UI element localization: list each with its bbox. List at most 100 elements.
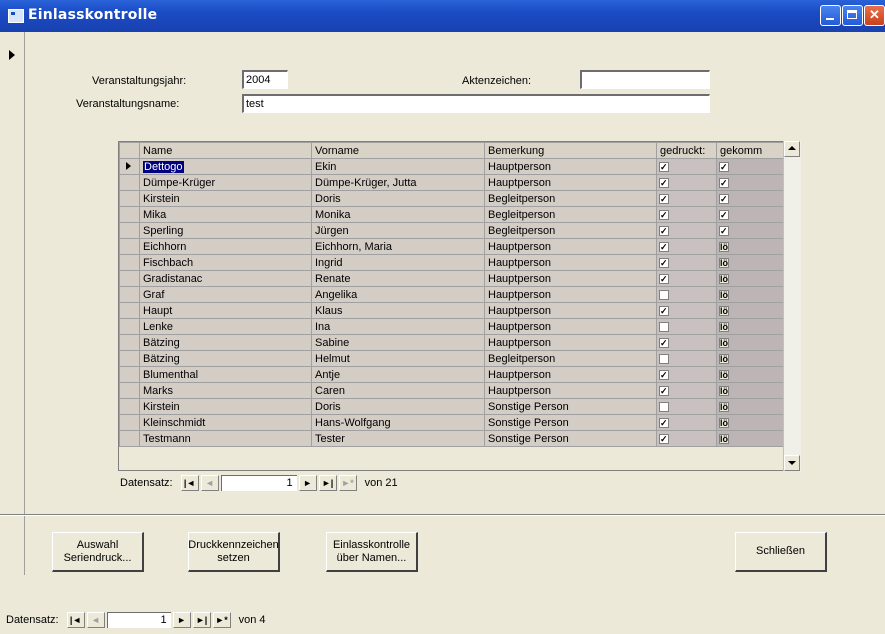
table-row[interactable]: Testmann TesterSonstige Person lö (119, 430, 785, 447)
cell-bemerkung[interactable]: Sonstige Person (484, 414, 657, 431)
close-form-button[interactable]: Schließen (735, 532, 827, 572)
cell-bemerkung[interactable]: Sonstige Person (484, 430, 657, 447)
auswahl-seriendruck-button[interactable]: Auswahl Seriendruck... (52, 532, 144, 572)
scroll-down-button[interactable] (784, 455, 800, 471)
gedruckt-checkbox[interactable] (659, 257, 669, 268)
cell-name[interactable]: Gradistanac (139, 270, 312, 287)
cell-gekommen[interactable]: lö (716, 350, 785, 367)
gekommen-checkbox[interactable] (719, 209, 729, 220)
cell-gedruckt[interactable] (656, 334, 717, 351)
cell-gekommen[interactable]: lö (716, 382, 785, 399)
column-header-gekommen[interactable]: gekomm (716, 142, 785, 159)
cell-gedruckt[interactable] (656, 174, 717, 191)
row-selector[interactable] (119, 270, 140, 287)
cell-gekommen[interactable] (716, 158, 785, 175)
cell-vorname[interactable]: Sabine (311, 334, 485, 351)
cell-gedruckt[interactable] (656, 190, 717, 207)
cell-bemerkung[interactable]: Hauptperson (484, 254, 657, 271)
row-selector[interactable] (119, 318, 140, 335)
cell-gedruckt[interactable] (656, 206, 717, 223)
cell-gekommen[interactable] (716, 206, 785, 223)
gekommen-checkbox[interactable]: lö (719, 433, 729, 444)
cell-vorname[interactable]: Tester (311, 430, 485, 447)
row-selector[interactable] (119, 206, 140, 223)
cell-vorname[interactable]: Ingrid (311, 254, 485, 271)
cell-gekommen[interactable] (716, 174, 785, 191)
gedruckt-checkbox[interactable] (659, 289, 669, 300)
row-selector[interactable] (119, 174, 140, 191)
druckkennzeichen-setzen-button[interactable]: Druckkennzeichen setzen (188, 532, 280, 572)
table-row[interactable]: Blumenthal AntjeHauptperson lö (119, 366, 785, 383)
cell-gedruckt[interactable] (656, 238, 717, 255)
gekommen-checkbox[interactable]: lö (719, 401, 729, 412)
column-header-gedruckt[interactable]: gedruckt: (656, 142, 717, 159)
cell-name[interactable]: Bätzing (139, 334, 312, 351)
cell-bemerkung[interactable]: Hauptperson (484, 334, 657, 351)
grid-scrollbar[interactable] (783, 141, 801, 471)
cell-name[interactable]: Blumenthal (139, 366, 312, 383)
row-selector[interactable] (119, 190, 140, 207)
year-input[interactable]: 2004 (242, 70, 288, 89)
table-row[interactable]: Mika Monika Begleitperson (119, 206, 785, 223)
cell-vorname[interactable]: Eichhorn, Maria (311, 238, 485, 255)
cell-gekommen[interactable]: lö (716, 430, 785, 447)
gedruckt-checkbox[interactable] (659, 401, 669, 412)
cell-gedruckt[interactable] (656, 414, 717, 431)
cell-gekommen[interactable]: lö (716, 318, 785, 335)
main-previous-record-button[interactable]: ◄ (86, 612, 105, 628)
gekommen-checkbox[interactable]: lö (719, 289, 729, 300)
cell-bemerkung[interactable]: Hauptperson (484, 286, 657, 303)
event-name-input[interactable]: test (242, 94, 710, 113)
gekommen-checkbox[interactable]: lö (719, 369, 729, 380)
gekommen-checkbox[interactable]: lö (719, 305, 729, 316)
gedruckt-checkbox[interactable] (659, 353, 669, 364)
table-row[interactable]: Eichhorn Eichhorn, MariaHauptperson lö (119, 238, 785, 255)
row-selector[interactable] (119, 158, 140, 175)
cell-name[interactable]: Testmann (139, 430, 312, 447)
gedruckt-checkbox[interactable] (659, 433, 669, 444)
cell-gekommen[interactable]: lö (716, 334, 785, 351)
gekommen-checkbox[interactable]: lö (719, 321, 729, 332)
table-row[interactable]: Marks CarenHauptperson lö (119, 382, 785, 399)
table-row[interactable]: Fischbach IngridHauptperson lö (119, 254, 785, 271)
gekommen-checkbox[interactable]: lö (719, 353, 729, 364)
cell-vorname[interactable]: Antje (311, 366, 485, 383)
maximize-button[interactable] (842, 5, 863, 26)
cell-gedruckt[interactable] (656, 382, 717, 399)
row-selector[interactable] (119, 286, 140, 303)
cell-name[interactable]: Sperling (139, 222, 312, 239)
cell-gekommen[interactable]: lö (716, 302, 785, 319)
scroll-up-button[interactable] (784, 141, 800, 157)
table-row[interactable]: Kirstein Doris Begleitperson (119, 190, 785, 207)
cell-gedruckt[interactable] (656, 302, 717, 319)
cell-gedruckt[interactable] (656, 286, 717, 303)
table-row[interactable]: Kirstein Doris Sonstige Person lö (119, 398, 785, 415)
cell-bemerkung[interactable]: Begleitperson (484, 206, 657, 223)
row-selector[interactable] (119, 222, 140, 239)
gekommen-checkbox[interactable] (719, 193, 729, 204)
gekommen-checkbox[interactable]: lö (719, 385, 729, 396)
cell-gedruckt[interactable] (656, 158, 717, 175)
cell-bemerkung[interactable]: Begleitperson (484, 190, 657, 207)
cell-bemerkung[interactable]: Sonstige Person (484, 398, 657, 415)
table-row[interactable]: Dümpe-Krüger Dümpe-Krüger, Jutta Hauptpers… (119, 174, 785, 191)
gedruckt-checkbox[interactable] (659, 337, 669, 348)
gedruckt-checkbox[interactable] (659, 321, 669, 332)
main-next-record-button[interactable]: ► (172, 612, 191, 628)
cell-gedruckt[interactable] (656, 222, 717, 239)
cell-vorname[interactable]: Doris (311, 190, 485, 207)
cell-name[interactable]: Kirstein (139, 190, 312, 207)
cell-bemerkung[interactable]: Hauptperson (484, 238, 657, 255)
table-row[interactable]: Bätzing Helmut Begleitperson lö (119, 350, 785, 367)
gekommen-checkbox[interactable]: lö (719, 241, 729, 252)
gedruckt-checkbox[interactable] (659, 209, 669, 220)
next-record-button[interactable]: ► (298, 475, 317, 491)
cell-vorname[interactable]: Klaus (311, 302, 485, 319)
cell-gedruckt[interactable] (656, 430, 717, 447)
gekommen-checkbox[interactable] (719, 161, 729, 172)
new-record-button[interactable]: ►* (338, 475, 357, 491)
cell-gedruckt[interactable] (656, 318, 717, 335)
cell-vorname[interactable]: Doris (311, 398, 485, 415)
gedruckt-checkbox[interactable] (659, 177, 669, 188)
table-row[interactable]: Lenke Ina Hauptperson lö (119, 318, 785, 335)
